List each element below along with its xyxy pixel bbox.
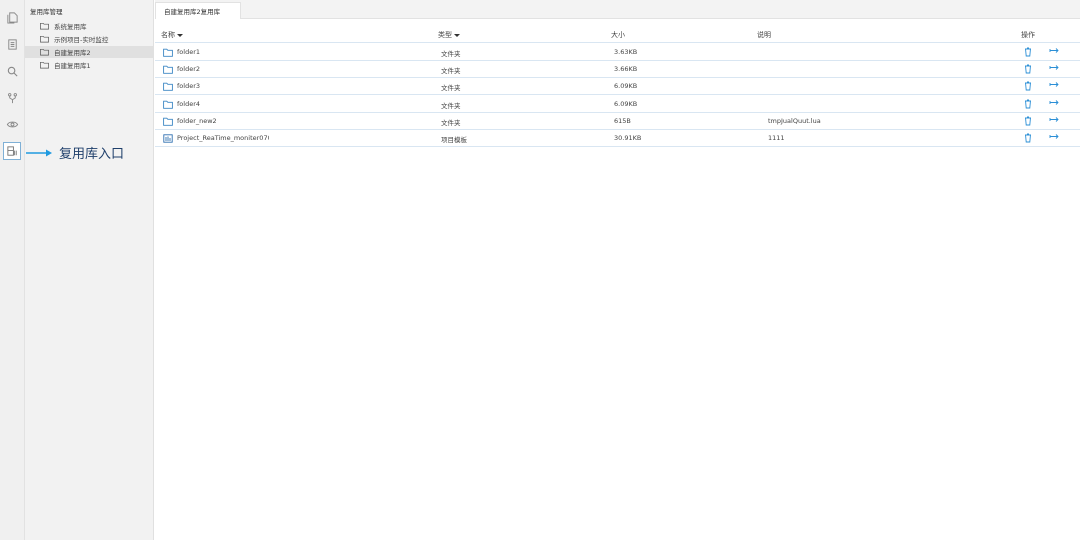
table-row[interactable]: folder_new2 文件夹 615B tmpJualQuut.lua [155, 113, 1080, 130]
open-arrow-icon[interactable] [1049, 46, 1060, 55]
folder-icon [40, 61, 49, 69]
tab-label: 自建复用库2复用库 [164, 8, 221, 16]
delete-icon[interactable] [1024, 47, 1032, 57]
sidebar-title: 复用库管理 [30, 8, 63, 16]
document-list-icon[interactable] [3, 35, 21, 53]
row-type: 项目模板 [441, 136, 467, 144]
open-arrow-icon[interactable] [1049, 80, 1060, 89]
row-size: 30.91KB [614, 134, 642, 142]
delete-icon[interactable] [1024, 99, 1032, 109]
open-arrow-icon[interactable] [1049, 63, 1060, 72]
column-header-name[interactable]: 名称 [161, 30, 183, 40]
template-icon [163, 134, 173, 143]
folder-icon [40, 22, 49, 30]
tree-item-label: 自建复用库2 [54, 49, 91, 57]
delete-icon[interactable] [1024, 81, 1032, 91]
delete-icon[interactable] [1024, 64, 1032, 74]
tree-item-system-library[interactable]: 系统复用库 [25, 20, 153, 32]
branch-icon[interactable] [3, 89, 21, 107]
folder-icon [40, 48, 49, 56]
row-desc: tmpJualQuut.lua [768, 116, 821, 125]
row-size: 3.66KB [614, 65, 638, 74]
tree-item-example-project[interactable]: 示例项目-实时监控 [25, 33, 153, 45]
row-size: 615B [614, 116, 631, 125]
column-header-size: 大小 [611, 31, 625, 39]
activity-bar [0, 0, 25, 540]
row-name[interactable]: folder_new2 [177, 117, 269, 125]
arrow-right-icon [26, 149, 52, 156]
column-header-ops: 操作 [1021, 31, 1035, 39]
folder-icon [163, 48, 173, 57]
row-name[interactable]: folder1 [177, 48, 269, 56]
tab-custom-library-2[interactable]: 自建复用库2复用库 [155, 2, 241, 19]
library-entry-annotation: 复用库入口 [26, 143, 124, 162]
row-name[interactable]: Project_ReaTime_moniter070 [177, 134, 269, 142]
table-header: 名称 类型 大小 说明 操作 [155, 27, 1080, 43]
row-desc: 1111 [768, 134, 785, 142]
tree-item-label: 自建复用库1 [54, 62, 91, 70]
explorer-icon[interactable] [3, 8, 21, 26]
eye-icon[interactable] [3, 115, 21, 133]
folder-icon [163, 65, 173, 74]
delete-icon[interactable] [1024, 116, 1032, 126]
open-arrow-icon[interactable] [1049, 98, 1060, 107]
folder-icon [163, 117, 173, 126]
column-header-type[interactable]: 类型 [438, 30, 460, 40]
table-row[interactable]: folder4 文件夹 6.09KB [155, 96, 1080, 113]
column-header-type-label: 类型 [438, 31, 452, 39]
annotation-text: 复用库入口 [59, 147, 125, 162]
library-sidebar: 复用库管理 系统复用库 示例项目-实时监控 自建复用库2 自建复用库1 [25, 0, 154, 540]
main-panel: 自建复用库2复用库 名称 类型 大小 说明 操作 folder1 文件夹 3.63K… [155, 0, 1080, 540]
row-type: 文件夹 [441, 67, 461, 76]
search-icon[interactable] [3, 62, 21, 80]
row-name[interactable]: folder3 [177, 82, 269, 90]
row-size: 3.63KB [614, 48, 638, 56]
table-row[interactable]: Project_ReaTime_moniter070 项目模板 30.91KB 111… [155, 130, 1080, 147]
row-name[interactable]: folder4 [177, 100, 269, 108]
tree-item-label: 系统复用库 [54, 23, 87, 31]
folder-icon [40, 35, 49, 43]
open-arrow-icon[interactable] [1049, 132, 1060, 141]
folder-icon [163, 100, 173, 109]
open-arrow-icon[interactable] [1049, 115, 1060, 124]
row-name[interactable]: folder2 [177, 65, 269, 73]
column-header-desc: 说明 [757, 31, 771, 39]
delete-icon[interactable] [1024, 133, 1032, 143]
tree-item-custom-library-1[interactable]: 自建复用库1 [25, 59, 153, 71]
folder-icon [163, 83, 173, 92]
column-header-name-label: 名称 [161, 31, 175, 39]
sort-caret-icon [177, 33, 183, 37]
table-row[interactable]: folder1 文件夹 3.63KB [155, 44, 1080, 61]
tree-item-custom-library-2[interactable]: 自建复用库2 [25, 46, 153, 58]
row-size: 6.09KB [614, 99, 638, 108]
row-type: 文件夹 [441, 101, 461, 110]
sort-caret-icon [454, 33, 460, 37]
tree-item-label: 示例项目-实时监控 [54, 36, 109, 44]
row-type: 文件夹 [441, 118, 461, 127]
row-type: 文件夹 [441, 50, 461, 58]
table-row[interactable]: folder2 文件夹 3.66KB [155, 61, 1080, 79]
tab-bar: 自建复用库2复用库 [155, 0, 1080, 19]
table-row[interactable]: folder3 文件夹 6.09KB [155, 78, 1080, 96]
library-entry-icon[interactable] [3, 142, 21, 160]
row-size: 6.09KB [614, 82, 638, 91]
row-type: 文件夹 [441, 84, 461, 93]
